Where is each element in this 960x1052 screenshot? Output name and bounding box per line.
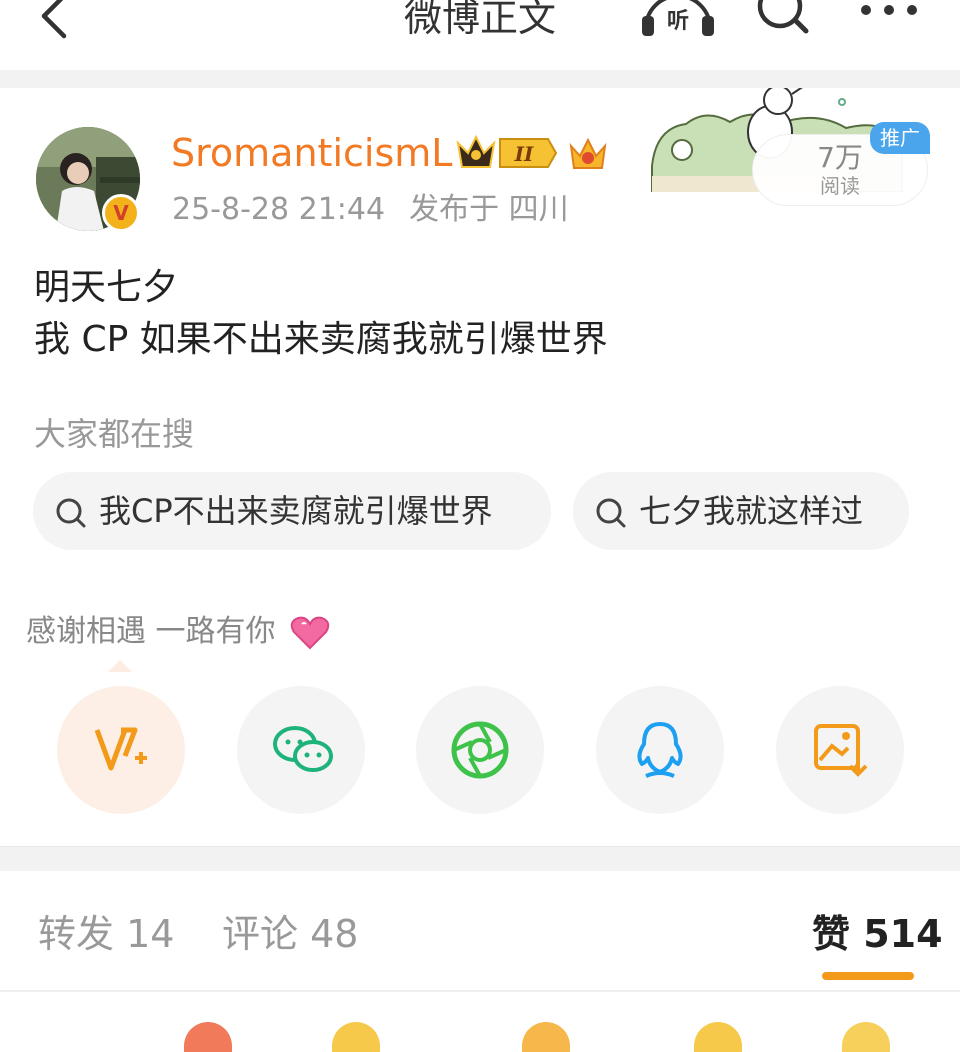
post-content-line: 明天七夕 [34,267,179,308]
reaction-emoji-icon [184,1022,232,1052]
hot-search-chip[interactable]: 我CP不出来卖腐就引爆世界 [33,472,551,550]
share-wechat-button[interactable] [237,686,365,814]
post-content: 明天七夕 我 CP 如果不出来卖腐我就引爆世界 [34,262,608,366]
section-divider [0,70,960,88]
tooltip-caret [108,660,132,672]
reaction-emoji-icon [332,1022,380,1052]
share-qq-button[interactable] [596,686,724,814]
username[interactable]: SromanticismL [171,128,452,178]
post-meta: 25-8-28 21:44 发布于 四川 [172,190,569,230]
read-count-label: 阅读 [820,174,860,198]
more-options-icon[interactable] [856,0,922,28]
hot-search-chip[interactable]: 七夕我就这样过 [573,472,909,550]
wechat-icon [273,726,333,772]
reaction-emoji-icon [522,1022,570,1052]
tab-comment[interactable]: 评论 48 [222,906,358,962]
promo-tag: 推广 [870,122,930,154]
hot-search-chip-label: 七夕我就这样过 [639,492,864,530]
page-title: 微博正文 [403,0,556,40]
listen-label: 听 [667,9,689,34]
hot-search-chip-label: 我CP不出来卖腐就引爆世界 [99,492,493,530]
post-timestamp: 25-8-28 21:44 [172,192,386,227]
crown-icon[interactable] [568,134,608,174]
share-weibo-vip-button[interactable] [57,686,185,814]
top-bar: 微博正文 听 [0,0,960,70]
verified-badge-icon: V [102,194,140,232]
weibo-vip-icon [94,727,147,771]
heart-icon [290,616,330,650]
moments-icon [451,721,509,779]
reaction-emoji-icon [694,1022,742,1052]
active-tab-indicator [822,972,914,980]
badge-level: II [514,142,534,166]
post-location: 发布于 四川 [409,192,569,227]
vip-level-badge-icon[interactable]: II [456,133,558,173]
search-icon [596,498,626,528]
qq-penguin-icon [637,722,683,778]
post-content-line: 我 CP 如果不出来卖腐我就引爆世界 [34,319,608,360]
tab-divider [0,990,960,992]
tab-repost[interactable]: 转发 14 [38,906,174,962]
listen-headphones-icon[interactable]: 听 [638,0,718,44]
share-moments-button[interactable] [416,686,544,814]
section-divider [0,846,960,871]
reaction-emoji-icon [842,1022,890,1052]
tab-like[interactable]: 赞 514 [812,906,943,962]
hot-search-title: 大家都在搜 [34,415,195,453]
thanks-text: 感谢相遇 一路有你 [26,614,276,649]
search-icon[interactable] [752,0,816,44]
save-image-icon [814,724,868,777]
save-image-button[interactable] [776,686,904,814]
search-icon [56,498,86,528]
